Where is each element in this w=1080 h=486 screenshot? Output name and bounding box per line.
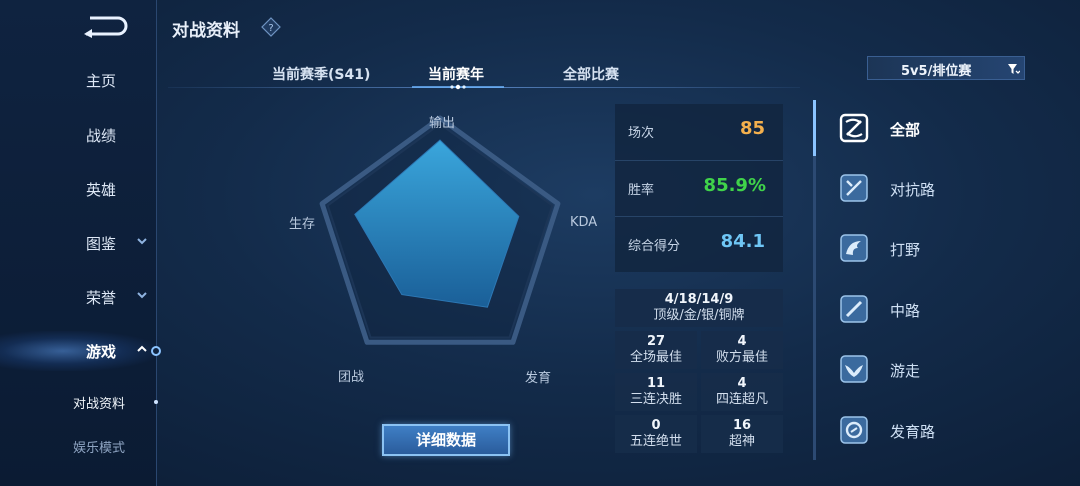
sidebar-item-label: 主页 (86, 72, 117, 90)
chevron-up-icon (137, 345, 147, 352)
stat-row-score: 综合得分 84.1 (615, 216, 783, 272)
help-icon[interactable]: ? (261, 17, 281, 37)
radar-frame-inner (326, 122, 554, 339)
role-label: 发育路 (890, 423, 936, 441)
active-dot (154, 400, 158, 404)
stat-label: 胜率 (628, 183, 655, 198)
svg-text:?: ? (268, 23, 273, 34)
tab-active-indicator (412, 84, 504, 90)
stats-panel: 场次 85 胜率 85.9% 综合得分 84.1 (615, 104, 783, 272)
sidebar-item-label: 图鉴 (86, 235, 117, 253)
achievement-value: 16 (732, 418, 752, 433)
mode-dropdown[interactable]: 5v5/排位赛 (867, 56, 1025, 80)
role-filter-mid-lane[interactable]: 中路 (836, 291, 1036, 331)
stat-value: 84.1 (720, 231, 765, 252)
sidebar-item-records[interactable]: 战绩 (0, 115, 157, 155)
role-filter-jungle[interactable]: 打野 (836, 230, 1036, 270)
achievement-value: 27 (646, 334, 666, 349)
achievement-cell: 16 超神 (701, 415, 783, 453)
stat-row-win-rate: 胜率 85.9% (615, 160, 783, 216)
achievement-value: 4 (737, 334, 747, 349)
mode-dropdown-value: 5v5/排位赛 (901, 64, 972, 79)
achievement-value: 4 (737, 376, 747, 391)
role-label: 打野 (890, 241, 921, 259)
clash-lane-icon (840, 174, 868, 202)
sidebar-item-label: 游戏 (86, 343, 117, 361)
achievement-label: 全场最佳 (629, 350, 682, 365)
role-filter-roam[interactable]: 游走 (836, 351, 1036, 391)
roam-icon (840, 355, 868, 383)
sidebar-item-honor[interactable]: 荣誉 (0, 277, 157, 317)
tab-all-matches[interactable]: 全部比赛 (563, 64, 619, 84)
page-title: 对战资料 (172, 21, 240, 41)
sidebar-subitem-label: 娱乐模式 (73, 441, 126, 456)
radar-frame-outer (319, 115, 561, 345)
sidebar-item-codex[interactable]: 图鉴 (0, 223, 157, 263)
tab-current-season[interactable]: 当前赛季(S41) (272, 64, 370, 84)
sidebar-item-game[interactable]: 游戏 (0, 331, 161, 371)
sidebar-subitem-label: 对战资料 (73, 397, 126, 412)
medal-summary-cell: 4/18/14/9 顶级/金/银/铜牌 (615, 289, 783, 327)
chevron-down-icon (137, 238, 147, 245)
medal-counts: 4/18/14/9 (664, 292, 734, 307)
active-indicator (151, 346, 161, 356)
back-arrow-icon[interactable] (80, 14, 128, 38)
role-label: 全部 (890, 121, 921, 139)
sidebar: 主页 战绩 英雄 图鉴 荣誉 游戏 对战资料 娱乐模式 (0, 0, 161, 486)
stat-value: 85.9% (703, 175, 766, 196)
radar-data-shape (354, 139, 520, 308)
stat-label: 场次 (628, 126, 655, 141)
all-roles-icon (839, 113, 869, 143)
role-label: 对抗路 (890, 181, 936, 199)
detail-data-button[interactable]: 详细数据 (382, 424, 510, 456)
role-list-active-marker (813, 100, 816, 156)
sidebar-item-label: 荣誉 (86, 289, 117, 307)
radar-axis-label: 输出 (429, 116, 456, 131)
stat-label: 综合得分 (628, 239, 681, 254)
radar-axis-label: 团战 (338, 370, 365, 385)
medal-label: 顶级/金/银/铜牌 (653, 308, 745, 323)
filter-icon (1008, 64, 1020, 74)
role-label: 游走 (890, 362, 921, 380)
achievement-cell: 4 败方最佳 (701, 331, 783, 369)
role-filter-clash-lane[interactable]: 对抗路 (836, 170, 1036, 210)
radar-axis-label: 生存 (289, 217, 316, 232)
achievement-label: 败方最佳 (715, 350, 768, 365)
sidebar-item-label: 战绩 (86, 127, 117, 145)
achievement-cell: 4 四连超凡 (701, 373, 783, 411)
jungle-icon (840, 234, 868, 262)
achievement-cell: 11 三连决胜 (615, 373, 697, 411)
sidebar-item-home[interactable]: 主页 (0, 60, 157, 100)
farm-lane-icon (840, 416, 868, 444)
sidebar-subitem-fun-mode[interactable]: 娱乐模式 (0, 431, 157, 461)
mid-lane-icon (840, 295, 868, 323)
role-label: 中路 (890, 302, 921, 320)
sidebar-item-label: 英雄 (86, 181, 117, 199)
achievement-label: 三连决胜 (629, 392, 682, 407)
sidebar-subitem-battle-data[interactable]: 对战资料 (0, 387, 158, 417)
stat-row-games: 场次 85 (615, 104, 783, 160)
tab-current-year[interactable]: 当前赛年 (428, 64, 484, 84)
radar-axis-label: 发育 (525, 371, 552, 386)
radar-axis-label: KDA (570, 215, 598, 230)
achievement-value: 0 (651, 418, 661, 433)
achievement-cell: 27 全场最佳 (615, 331, 697, 369)
chevron-down-icon (137, 292, 147, 299)
role-filter-farm-lane[interactable]: 发育路 (836, 412, 1036, 452)
sidebar-item-heroes[interactable]: 英雄 (0, 169, 157, 209)
achievement-label: 五连绝世 (629, 434, 682, 449)
achievement-cell: 0 五连绝世 (615, 415, 697, 453)
achievement-value: 11 (646, 376, 666, 391)
achievement-label: 四连超凡 (715, 392, 768, 407)
stat-value: 85 (739, 118, 765, 139)
achievement-label: 超神 (728, 434, 755, 449)
role-filter-all[interactable]: 全部 (836, 110, 1036, 150)
